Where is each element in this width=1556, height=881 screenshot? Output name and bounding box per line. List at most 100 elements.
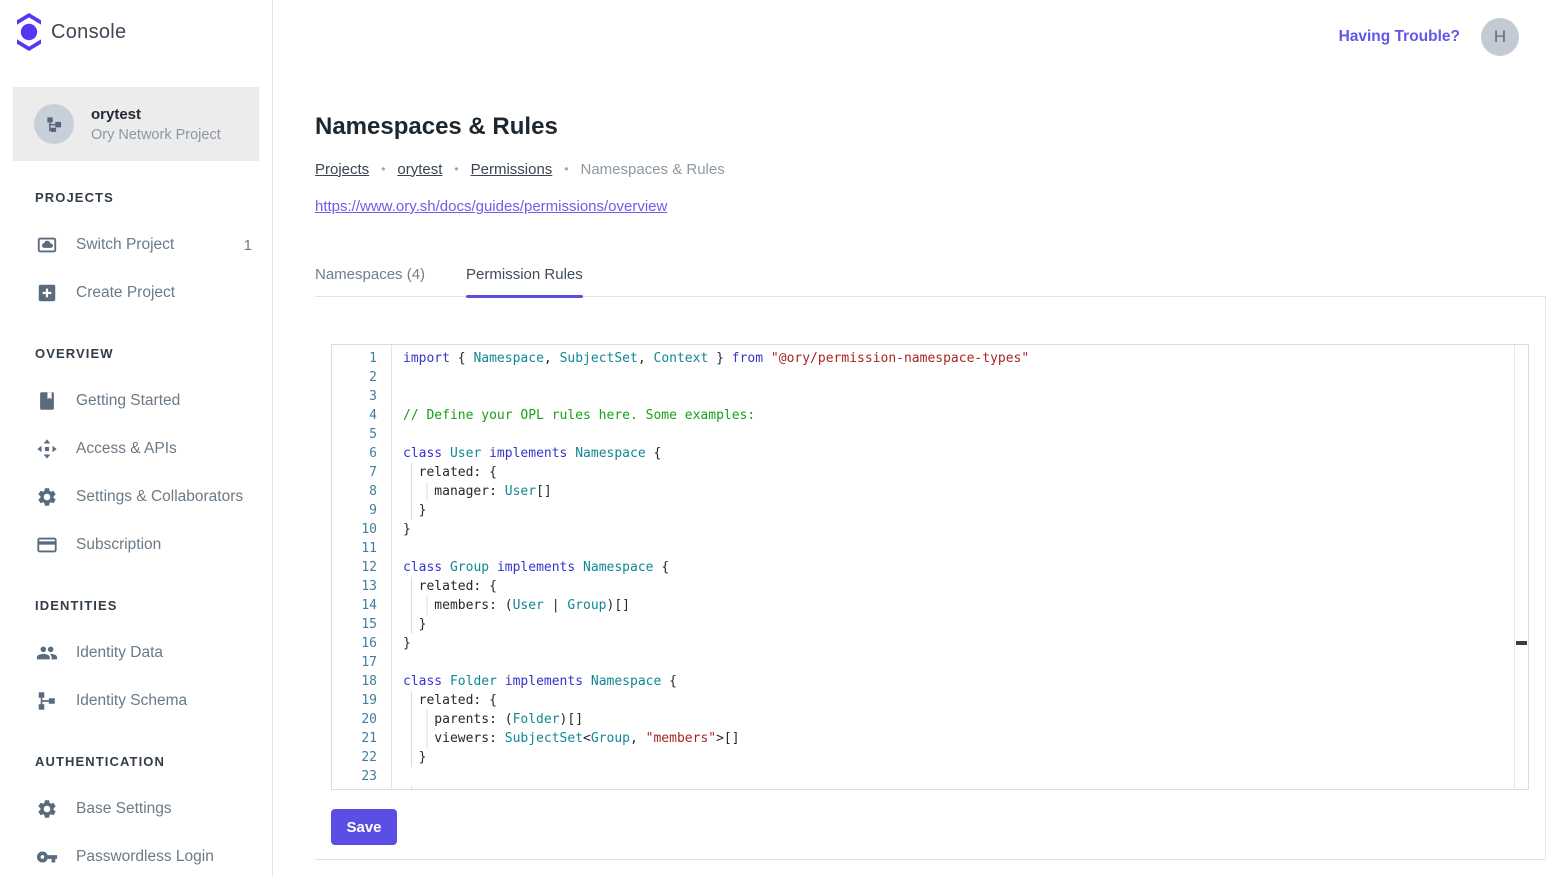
sidebar-item-label: Getting Started bbox=[76, 392, 180, 410]
code-token: >[] bbox=[716, 731, 739, 746]
editor-line-number: 18 bbox=[332, 672, 391, 691]
code-token: implements bbox=[497, 560, 575, 575]
code-token: Folder bbox=[513, 712, 560, 727]
project-tree-icon bbox=[34, 104, 74, 144]
code-token: )[] bbox=[607, 598, 630, 613]
editor-line-number: 1 bbox=[332, 349, 391, 368]
editor-line-number: 12 bbox=[332, 558, 391, 577]
code-token: related: { bbox=[419, 465, 497, 480]
sidebar-item-identity-schema[interactable]: Identity Schema bbox=[0, 677, 272, 725]
sidebar-item-label: Access & APIs bbox=[76, 440, 177, 458]
code-token: SubjectSet bbox=[560, 351, 638, 366]
code-line: manager: User[] bbox=[403, 482, 1513, 501]
breadcrumb-item-orytest[interactable]: orytest bbox=[397, 161, 442, 178]
indent-guide bbox=[403, 463, 419, 482]
editor-line-number: 8 bbox=[332, 482, 391, 501]
sidebar-section: OVERVIEWGetting StartedAccess & APIsSett… bbox=[0, 343, 272, 569]
editor-line-number: 19 bbox=[332, 691, 391, 710]
people-icon bbox=[35, 641, 59, 665]
having-trouble-link[interactable]: Having Trouble? bbox=[1339, 28, 1460, 46]
sidebar-item-label: Identity Schema bbox=[76, 692, 187, 710]
tab-namespaces-4[interactable]: Namespaces (4) bbox=[315, 261, 425, 296]
editor-line-number: 11 bbox=[332, 539, 391, 558]
code-token: | bbox=[544, 598, 567, 613]
editor-line-number: 5 bbox=[332, 425, 391, 444]
breadcrumb-item-projects[interactable]: Projects bbox=[315, 161, 369, 178]
project-name: orytest bbox=[91, 106, 221, 123]
code-token bbox=[442, 674, 450, 689]
app-logo[interactable]: Console bbox=[0, 0, 272, 64]
gear-icon bbox=[35, 797, 59, 821]
code-token bbox=[763, 351, 771, 366]
editor-line-number: 3 bbox=[332, 387, 391, 406]
code-line: } bbox=[403, 501, 1513, 520]
editor-scrollbar-thumb[interactable] bbox=[1516, 641, 1527, 645]
code-line: class User implements Namespace { bbox=[403, 444, 1513, 463]
sidebar-item-label: Switch Project bbox=[76, 236, 174, 254]
indent-guide bbox=[403, 729, 434, 748]
sidebar-item-base-settings[interactable]: Base Settings bbox=[0, 785, 272, 833]
code-token: Group bbox=[591, 731, 630, 746]
sidebar-item-settings-collaborators[interactable]: Settings & Collaborators bbox=[0, 473, 272, 521]
breadcrumb: Projects•orytest•Permissions•Namespaces … bbox=[315, 159, 1546, 179]
code-token bbox=[442, 446, 450, 461]
code-token: User bbox=[450, 446, 481, 461]
code-token: Group bbox=[450, 560, 489, 575]
code-token: related: { bbox=[419, 579, 497, 594]
editor-line-number: 9 bbox=[332, 501, 391, 520]
tab-bar: Namespaces (4) Permission Rules bbox=[315, 261, 1546, 297]
code-token bbox=[442, 560, 450, 575]
code-line: } bbox=[403, 748, 1513, 767]
breadcrumb-item-permissions[interactable]: Permissions bbox=[471, 161, 553, 178]
code-token: , bbox=[630, 731, 646, 746]
project-type: Ory Network Project bbox=[91, 127, 221, 143]
code-token: from bbox=[732, 351, 763, 366]
code-line: } bbox=[403, 634, 1513, 653]
sidebar-item-switch-project[interactable]: Switch Project 1 bbox=[0, 221, 272, 269]
editor-line-number: 22 bbox=[332, 748, 391, 767]
indent-guide bbox=[403, 501, 419, 520]
code-line: related: { bbox=[403, 691, 1513, 710]
sidebar-item-label: Identity Data bbox=[76, 644, 163, 662]
code-line bbox=[403, 425, 1513, 444]
docs-link[interactable]: https://www.ory.sh/docs/guides/permissio… bbox=[315, 198, 667, 218]
code-token: "members" bbox=[646, 731, 716, 746]
code-editor[interactable]: 123456789101112131415161718192021222324 … bbox=[331, 344, 1529, 790]
sidebar-item-create-project[interactable]: Create Project bbox=[0, 269, 272, 317]
code-token: , bbox=[638, 351, 654, 366]
code-token: User bbox=[513, 598, 544, 613]
sidebar-section: AUTHENTICATIONBase SettingsPasswordless … bbox=[0, 751, 272, 881]
code-token: members: ( bbox=[434, 598, 512, 613]
code-token: implements bbox=[489, 446, 567, 461]
code-line: viewers: SubjectSet<Group, "members">[] bbox=[403, 729, 1513, 748]
indent-guide bbox=[403, 786, 419, 790]
sidebar-item-getting-started[interactable]: Getting Started bbox=[0, 377, 272, 425]
sidebar-item-badge: 1 bbox=[244, 237, 252, 254]
sidebar-item-access-apis[interactable]: Access & APIs bbox=[0, 425, 272, 473]
code-token: )[] bbox=[560, 712, 583, 727]
code-token: } bbox=[419, 617, 427, 632]
code-line: } bbox=[403, 520, 1513, 539]
indent-guide bbox=[403, 596, 434, 615]
code-token: viewers: bbox=[434, 731, 504, 746]
key-icon bbox=[35, 845, 59, 869]
indent-guide bbox=[403, 710, 434, 729]
sidebar-item-identity-data[interactable]: Identity Data bbox=[0, 629, 272, 677]
indent-guide bbox=[403, 615, 419, 634]
editor-line-number: 15 bbox=[332, 615, 391, 634]
tab-permission-rules[interactable]: Permission Rules bbox=[466, 261, 583, 296]
schema-icon bbox=[35, 689, 59, 713]
sidebar-item-subscription[interactable]: Subscription bbox=[0, 521, 272, 569]
sidebar-item-passwordless-login[interactable]: Passwordless Login bbox=[0, 833, 272, 881]
sidebar-section: PROJECTSSwitch Project1Create Project bbox=[0, 187, 272, 317]
editor-scrollbar[interactable] bbox=[1514, 345, 1528, 789]
code-token bbox=[497, 674, 505, 689]
code-token: { bbox=[450, 351, 473, 366]
editor-gutter: 123456789101112131415161718192021222324 bbox=[332, 345, 392, 789]
editor-line-number: 6 bbox=[332, 444, 391, 463]
save-button[interactable]: Save bbox=[331, 809, 397, 845]
code-token: implements bbox=[505, 674, 583, 689]
project-card[interactable]: orytest Ory Network Project bbox=[13, 87, 259, 161]
code-line: related: { bbox=[403, 463, 1513, 482]
user-avatar[interactable]: H bbox=[1481, 18, 1519, 56]
